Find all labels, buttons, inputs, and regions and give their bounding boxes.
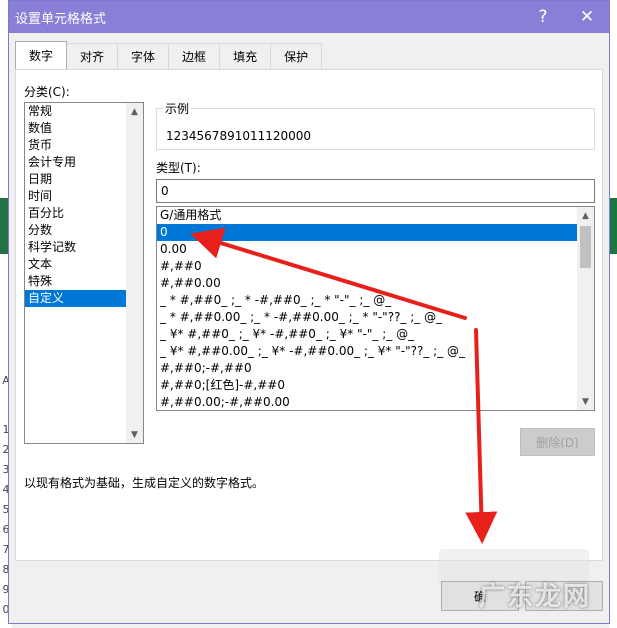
tab-protection[interactable]: 保护 (270, 43, 323, 69)
format-item[interactable]: #,##0.00 (157, 275, 594, 292)
scroll-up-icon[interactable]: ▲ (126, 103, 143, 120)
format-item[interactable]: #,##0;-#,##0 (157, 360, 594, 377)
format-item[interactable]: _ * #,##0_ ;_ * -#,##0_ ;_ * "-"_ ;_ @_ (157, 292, 594, 309)
category-list[interactable]: 常规 数值 货币 会计专用 日期 时间 百分比 分数 科学记数 文本 特殊 自定… (24, 102, 144, 444)
type-input[interactable]: 0 (156, 179, 595, 203)
scroll-down-icon[interactable]: ▼ (126, 426, 143, 443)
format-item[interactable]: #,##0 (157, 258, 594, 275)
format-item[interactable]: #,##0.00;-#,##0.00 (157, 394, 594, 410)
format-item[interactable]: #,##0;[红色]-#,##0 (157, 377, 594, 394)
dialog-titlebar: 设置单元格格式 ? ✕ (9, 1, 609, 33)
format-item[interactable]: _ ¥* #,##0_ ;_ ¥* -#,##0_ ;_ ¥* "-"_ ;_ … (157, 326, 594, 343)
tab-font[interactable]: 字体 (117, 43, 170, 69)
dialog-title: 设置单元格格式 (15, 11, 107, 27)
scroll-down-icon[interactable]: ▼ (577, 393, 594, 410)
close-button[interactable]: ✕ (565, 1, 609, 33)
category-label: 分类(C): (24, 85, 70, 99)
watermark-logo: 广东龙网 (479, 582, 592, 612)
sample-group: 示例 1234567891011120000 (156, 100, 595, 150)
format-item-selected[interactable]: 0 (157, 224, 577, 241)
scroll-thumb[interactable] (580, 226, 591, 268)
format-list[interactable]: G/通用格式 0 0.00 #,##0 #,##0.00 _ * #,##0_ … (156, 206, 595, 411)
format-item[interactable]: _ * #,##0.00_ ;_ * -#,##0.00_ ;_ * "-"??… (157, 309, 594, 326)
delete-button[interactable]: 删除(D) (520, 428, 595, 456)
format-cells-dialog: 设置单元格格式 ? ✕ 数字 对齐 字体 边框 填充 保护 分类(C): 常规 … (8, 0, 610, 624)
tab-fill[interactable]: 填充 (219, 43, 272, 69)
tab-alignment[interactable]: 对齐 (66, 43, 119, 69)
format-item[interactable]: 0.00 (157, 241, 594, 258)
format-scrollbar[interactable]: ▲ ▼ (577, 207, 594, 410)
category-scrollbar[interactable]: ▲ ▼ (126, 103, 143, 443)
sample-legend: 示例 (163, 100, 192, 117)
spreadsheet-background-right (609, 0, 617, 628)
type-label: 类型(T): (156, 161, 201, 175)
sample-value: 1234567891011120000 (166, 129, 312, 143)
number-tab-panel: 分类(C): 常规 数值 货币 会计专用 日期 时间 百分比 分数 科学记数 文… (15, 69, 603, 561)
tab-border[interactable]: 边框 (168, 43, 221, 69)
tab-number[interactable]: 数字 (15, 41, 68, 69)
ribbon-strip (609, 198, 617, 254)
category-item-custom[interactable]: 自定义 (25, 290, 126, 307)
tab-strip: 数字 对齐 字体 边框 填充 保护 (15, 41, 323, 69)
description-text: 以现有格式为基础，生成自定义的数字格式。 (24, 476, 265, 490)
format-item[interactable]: _ ¥* #,##0.00_ ;_ ¥* -#,##0.00_ ;_ ¥* "-… (157, 343, 594, 360)
format-item[interactable]: G/通用格式 (157, 207, 594, 224)
scroll-up-icon[interactable]: ▲ (577, 207, 594, 224)
help-button[interactable]: ? (521, 1, 565, 33)
